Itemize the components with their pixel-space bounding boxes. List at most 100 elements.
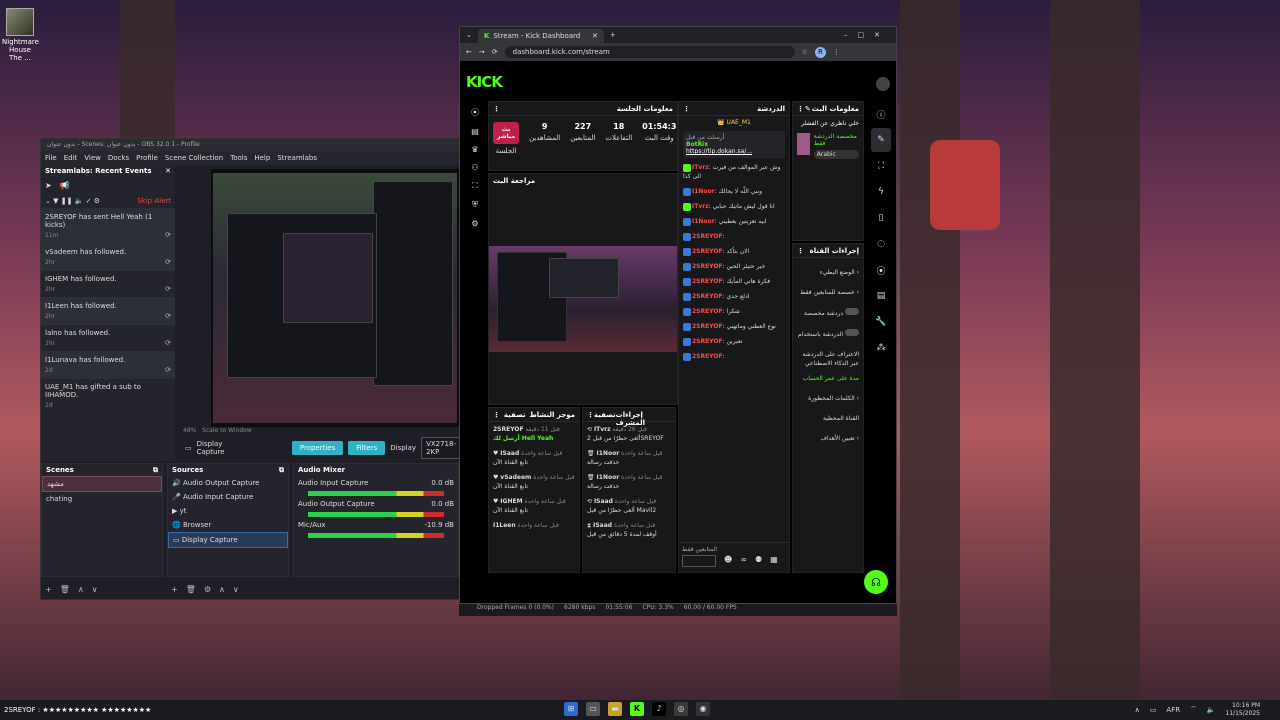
desktop-icon-game[interactable]: Nightmare House The ... <box>2 8 39 62</box>
obs-icon[interactable]: ◉ <box>696 702 710 716</box>
menu-tools[interactable]: Tools <box>230 154 247 162</box>
network-icon[interactable]: ▭ <box>1150 706 1157 714</box>
trash-icon[interactable]: 🗑 <box>186 585 196 599</box>
menu-icon[interactable]: ⋮ <box>833 48 840 56</box>
skip-alert-button[interactable]: Skip Alert <box>137 197 171 205</box>
chat-icon[interactable]: ◌ <box>871 232 891 256</box>
menu-scene-collection[interactable]: Scene Collection <box>165 154 223 162</box>
menu-docks[interactable]: Docks <box>108 154 129 162</box>
store-icon[interactable]: ▦ <box>770 555 778 567</box>
broadcast-icon[interactable]: ⦿ <box>871 258 891 282</box>
add-icon[interactable]: + <box>45 585 52 599</box>
infinity-icon[interactable]: ∞ <box>740 555 747 567</box>
user-icon[interactable]: ⚇ <box>471 163 478 172</box>
close-icon[interactable]: ✕ <box>592 32 598 40</box>
filters-button[interactable]: Filters <box>348 441 386 455</box>
source-item[interactable]: ▭ Display Capture <box>168 532 288 548</box>
tab-kick-dashboard[interactable]: K Stream - Kick Dashboard ✕ <box>477 29 604 43</box>
wifi-icon[interactable]: ⌔ <box>1190 705 1197 714</box>
menu-profile[interactable]: Profile <box>136 154 158 162</box>
toggle-custom-chat[interactable]: دردشة مخصصة <box>793 300 863 321</box>
new-tab-icon[interactable]: + <box>604 31 622 39</box>
menu-help[interactable]: Help <box>254 154 270 162</box>
action-set-goals[interactable]: تعيين الأهداف › <box>793 426 863 446</box>
chevron-up-icon[interactable]: ∧ <box>1135 706 1140 714</box>
repeat-icon[interactable]: ⟳ <box>165 258 171 266</box>
volume-meter[interactable] <box>308 533 444 538</box>
avatar[interactable] <box>876 77 890 91</box>
trophy-icon[interactable]: ♛ <box>471 145 478 154</box>
scene-item[interactable]: مشهد <box>42 476 162 492</box>
emoji-icon[interactable]: ☻ <box>724 555 732 567</box>
start-icon[interactable]: ⊞ <box>564 702 578 716</box>
repeat-icon[interactable]: ⟳ <box>165 285 171 293</box>
pinned-message[interactable]: أرسلت من قبل BotRix https://tip.dokan.sa… <box>683 131 785 158</box>
clipboard-icon[interactable]: ▯ <box>871 206 891 230</box>
tab-search-icon[interactable]: ⌄ <box>460 31 478 39</box>
source-item[interactable]: 🎤 Audio Input Capture <box>168 490 288 504</box>
megaphone-icon[interactable]: 📢 <box>60 181 70 190</box>
up-icon[interactable]: ∧ <box>219 585 225 599</box>
menu-icon[interactable]: ⋮ <box>797 105 804 113</box>
filter-icons[interactable]: ⌄ ▼ ❚❚ 🔈 ✓ ⚙ <box>45 197 100 205</box>
gear-icon[interactable]: ⚙ <box>204 585 211 599</box>
frame-icon[interactable]: ⛶ <box>472 181 478 191</box>
repeat-icon[interactable]: ⟳ <box>165 231 171 239</box>
kick-icon[interactable]: K <box>630 702 644 716</box>
users-icon[interactable]: ⚉ <box>755 555 762 567</box>
menu-icon[interactable]: ⋮ <box>587 411 594 419</box>
menu-edit[interactable]: Edit <box>64 154 78 162</box>
source-item[interactable]: ▶ yt <box>168 504 288 518</box>
menu-icon[interactable]: ⋮ <box>683 105 690 113</box>
list-icon[interactable]: ▤ <box>871 284 891 308</box>
down-icon[interactable]: ∨ <box>233 585 239 599</box>
panel-icon[interactable]: ▤ <box>471 127 479 136</box>
source-item[interactable]: 🔊 Audio Output Capture <box>168 476 288 490</box>
folder-icon[interactable]: ▬ <box>608 702 622 716</box>
window-controls[interactable]: –□✕ <box>844 31 896 39</box>
menu-streamlabs[interactable]: Streamlabs <box>277 154 317 162</box>
repeat-icon[interactable]: ⟳ <box>165 366 171 374</box>
send-icon[interactable]: ➤ <box>45 181 52 190</box>
kick-logo[interactable]: KICK <box>466 73 503 91</box>
frame-icon[interactable]: ⛶ <box>871 154 891 178</box>
volume-meter[interactable] <box>308 512 444 517</box>
volume-icon[interactable]: 🔈 <box>1207 706 1216 714</box>
stream-preview-video[interactable] <box>489 246 677 352</box>
back-icon[interactable]: ← <box>466 48 472 56</box>
source-item[interactable]: 🌐 Browser <box>168 518 288 532</box>
broadcast-icon[interactable]: ⦿ <box>471 107 479 118</box>
action-blocked-channel[interactable]: القناة المحظية <box>793 406 863 426</box>
support-button[interactable]: ☊ <box>864 570 888 594</box>
menu-icon[interactable]: ⋮ <box>797 247 804 255</box>
apps-icon[interactable]: ⁂ <box>871 336 891 360</box>
toggle-switch[interactable] <box>845 308 859 315</box>
scene-item[interactable]: chating <box>42 492 162 506</box>
settings-icon[interactable]: ⚙ <box>471 219 478 228</box>
close-icon[interactable]: ✕ <box>165 167 171 175</box>
down-icon[interactable]: ∨ <box>92 585 98 599</box>
menu-icon[interactable]: ⋮ <box>493 411 500 419</box>
action-slow-mode[interactable]: الوضع البطيء › <box>793 258 863 280</box>
edit-icon[interactable]: ✎ <box>871 128 891 152</box>
display-select[interactable]: VX2718-2KP <box>421 437 461 459</box>
undock-icon[interactable]: ⧉ <box>279 466 284 474</box>
info-icon[interactable]: ⓘ <box>871 102 891 126</box>
repeat-icon[interactable]: ⟳ <box>165 312 171 320</box>
forward-icon[interactable]: → <box>479 48 485 56</box>
star-icon[interactable]: ☆ <box>802 48 808 56</box>
action-banned-words[interactable]: الكلمات المحظورة › <box>793 386 863 406</box>
volume-meter[interactable] <box>308 491 444 496</box>
action-ai-moderation[interactable]: الاعتراف على الدردشة عبر الذكاء الاصطناع… <box>793 342 863 371</box>
action-followers-only[interactable]: خصصة للمتابعين فقط › <box>793 280 863 300</box>
toggle-chat-using[interactable]: الدردشة باستخدام <box>793 321 863 342</box>
menu-icon[interactable]: ⋮ <box>493 105 500 113</box>
files-icon[interactable]: ▭ <box>586 702 600 716</box>
bolt-icon[interactable]: ϟ <box>871 180 891 204</box>
avatar[interactable]: R <box>814 46 826 58</box>
menu-file[interactable]: File <box>45 154 57 162</box>
add-icon[interactable]: + <box>171 585 178 599</box>
url-input[interactable]: dashboard.kick.com/stream <box>504 46 795 58</box>
repeat-icon[interactable]: ⟳ <box>165 339 171 347</box>
edit-icon[interactable]: ✎ <box>805 105 811 113</box>
